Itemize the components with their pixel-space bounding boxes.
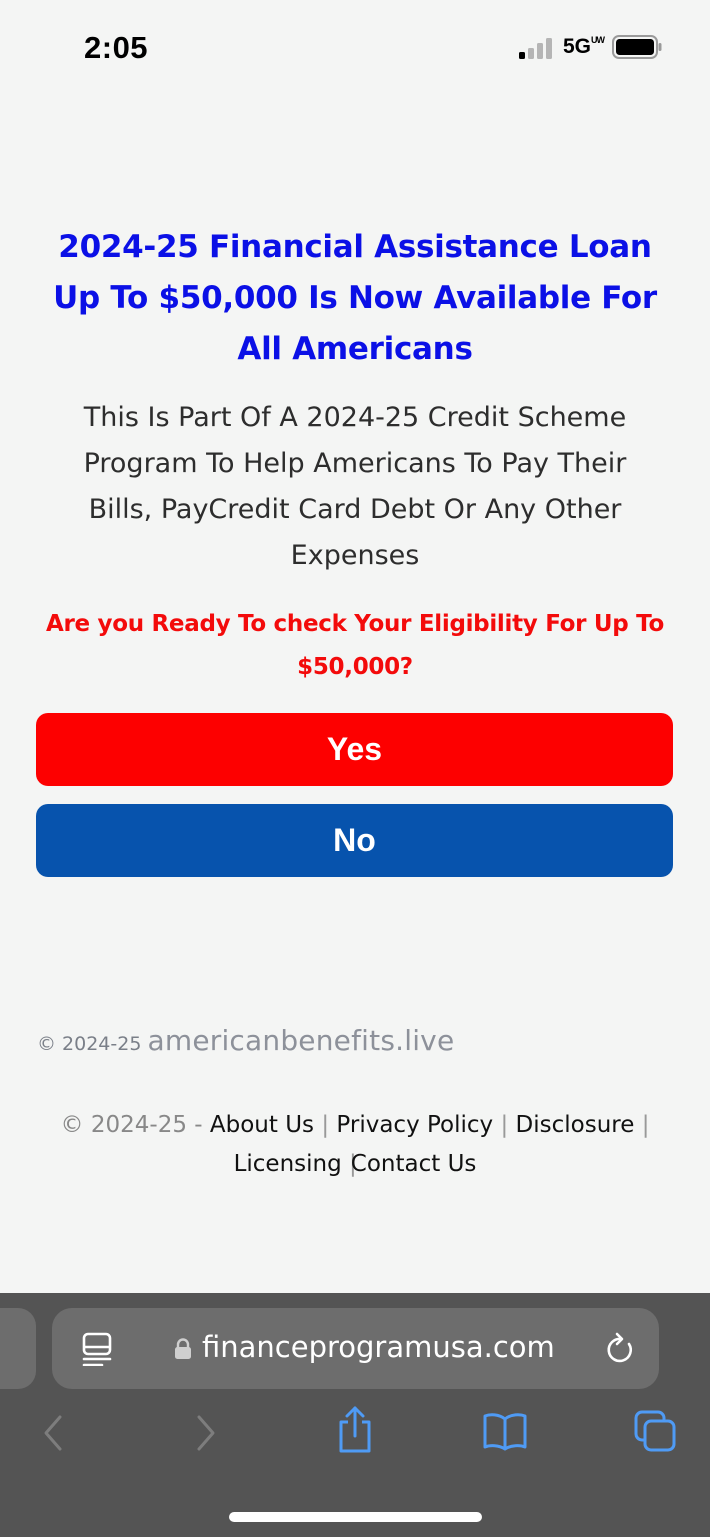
link-separator: |	[321, 1112, 330, 1138]
forward-icon[interactable]	[193, 1413, 219, 1453]
footer-copyright: © 2024-25	[37, 1033, 142, 1055]
footer-links-copyright: © 2024-25 -	[60, 1112, 203, 1138]
battery-icon	[612, 35, 662, 59]
browser-toolbar: financeprogramusa.com	[0, 1293, 710, 1537]
about-us-link[interactable]: About Us	[210, 1112, 314, 1138]
page-headline: 2024-25 Financial Assistance Loan Up To …	[53, 229, 657, 367]
previous-tab-preview[interactable]	[0, 1308, 36, 1389]
contact-us-link[interactable]: Contact Us	[351, 1151, 477, 1177]
footer-links: © 2024-25 - About Us | Privacy Policy | …	[40, 1106, 670, 1184]
address-bar[interactable]: financeprogramusa.com	[52, 1308, 659, 1389]
link-separator: |	[641, 1112, 650, 1138]
footer-brand: © 2024-25 americanbenefits.live	[37, 1024, 454, 1057]
footer-domain: americanbenefits.live	[147, 1024, 455, 1057]
main-content: 2024-25 Financial Assistance Loan Up To …	[36, 222, 674, 877]
no-button[interactable]: No	[36, 804, 673, 877]
bookmarks-icon[interactable]	[482, 1411, 528, 1451]
status-time: 2:05	[84, 30, 149, 65]
eligibility-question: Are you Ready To check Your Eligibility …	[45, 611, 665, 680]
home-indicator[interactable]	[229, 1512, 482, 1522]
network-type: 5GUW	[563, 35, 605, 58]
page-subtext: This Is Part Of A 2024-25 Credit Scheme …	[83, 402, 627, 571]
privacy-policy-link[interactable]: Privacy Policy	[336, 1112, 493, 1138]
back-icon[interactable]	[40, 1413, 66, 1453]
share-icon[interactable]	[336, 1405, 374, 1455]
disclosure-link[interactable]: Disclosure	[516, 1112, 635, 1138]
licensing-link[interactable]: Licensing	[234, 1151, 342, 1177]
signal-strength-icon	[519, 38, 552, 59]
tabs-icon[interactable]	[633, 1409, 677, 1453]
url-text[interactable]: financeprogramusa.com	[202, 1330, 555, 1364]
yes-button[interactable]: Yes	[36, 713, 673, 786]
status-bar: 2:05 5GUW	[0, 0, 710, 90]
reader-icon[interactable]	[82, 1332, 112, 1366]
lock-icon	[175, 1338, 191, 1359]
browser-nav-icons	[0, 1406, 710, 1463]
reload-icon[interactable]	[604, 1332, 636, 1366]
link-separator: |	[500, 1112, 509, 1138]
